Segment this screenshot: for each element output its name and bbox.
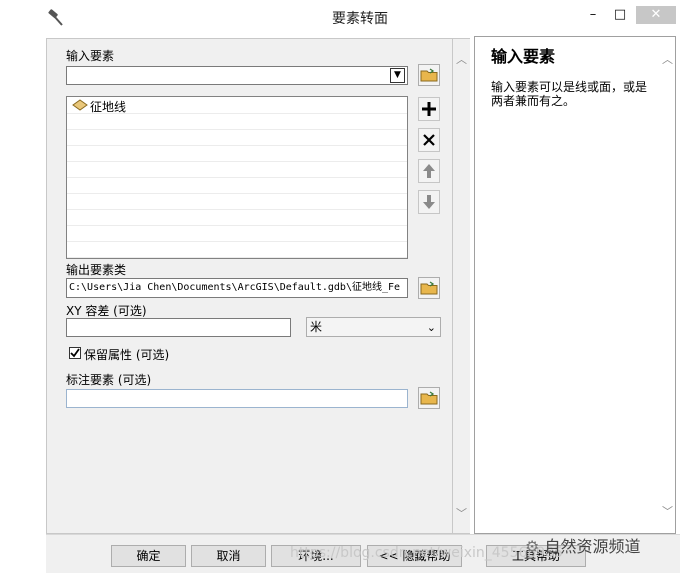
- unit-value: 米: [310, 320, 323, 334]
- scroll-up-icon[interactable]: ︿: [659, 51, 676, 67]
- scroll-up-icon[interactable]: ︿: [453, 51, 470, 67]
- xy-tolerance-input[interactable]: [66, 318, 291, 337]
- cancel-button[interactable]: 取消: [191, 545, 266, 567]
- wechat-icon: ⚙: [525, 537, 540, 556]
- list-item: [67, 177, 407, 194]
- browse-output-button[interactable]: [418, 277, 440, 299]
- xy-tolerance-label: XY 容差 (可选): [66, 304, 147, 318]
- folder-icon: [420, 281, 438, 295]
- folder-icon: [420, 68, 438, 82]
- input-features-combo[interactable]: ▼: [66, 66, 408, 85]
- watermark-brand-text: 自然资源频道: [544, 537, 641, 556]
- scroll-down-icon[interactable]: ﹀: [453, 505, 470, 521]
- help-scrollbar[interactable]: ︿ ﹀: [659, 36, 676, 534]
- list-item[interactable]: 征地线: [67, 97, 407, 114]
- add-item-button[interactable]: [418, 97, 440, 121]
- parameters-scrollbar[interactable]: ︿ ﹀: [453, 38, 470, 534]
- output-feature-class-input[interactable]: C:\Users\Jia Chen\Documents\ArcGIS\Defau…: [66, 278, 408, 298]
- list-item: [67, 145, 407, 162]
- polygon-feature-icon: [72, 99, 88, 111]
- folder-icon: [420, 391, 438, 405]
- x-icon: [423, 134, 435, 146]
- watermark-url: https://blog.csdn.net/weixin_45568985: [290, 545, 564, 561]
- preserve-attributes-label: 保留属性 (可选): [84, 348, 170, 362]
- output-feature-class-label: 输出要素类: [66, 263, 127, 277]
- browse-label-features-button[interactable]: [418, 387, 440, 409]
- unit-select[interactable]: 米 ⌄: [306, 317, 441, 337]
- move-down-button[interactable]: [418, 190, 440, 214]
- label-features-input[interactable]: [66, 389, 408, 408]
- dropdown-arrow-icon[interactable]: ▼: [390, 68, 405, 83]
- list-item: [67, 129, 407, 146]
- ok-button[interactable]: 确定: [111, 545, 186, 567]
- watermark-brand: ⚙ 自然资源频道: [525, 533, 640, 557]
- help-title: 输入要素: [491, 47, 556, 66]
- window-title: 要素转面: [332, 11, 388, 27]
- arrow-down-icon: [423, 195, 435, 209]
- maximize-button[interactable]: □: [610, 6, 630, 26]
- check-icon: [70, 348, 80, 358]
- browse-input-button[interactable]: [418, 64, 440, 86]
- plus-icon: [422, 102, 436, 116]
- preserve-attributes-checkbox[interactable]: [69, 347, 81, 359]
- list-item: [67, 241, 407, 258]
- chevron-down-icon: ⌄: [426, 321, 436, 334]
- list-item: [67, 225, 407, 242]
- label-features-label: 标注要素 (可选): [66, 373, 152, 387]
- list-item: [67, 161, 407, 178]
- list-item: [67, 209, 407, 226]
- list-item: [67, 113, 407, 130]
- help-panel: [474, 36, 660, 534]
- arrow-up-icon: [423, 164, 435, 178]
- remove-item-button[interactable]: [418, 128, 440, 152]
- input-features-label: 输入要素: [66, 49, 115, 63]
- close-button[interactable]: ✕: [636, 6, 676, 24]
- list-item: [67, 193, 407, 210]
- help-body: 输入要素可以是线或面，或是两者兼而有之。: [491, 80, 648, 108]
- scroll-down-icon[interactable]: ﹀: [659, 503, 676, 519]
- minimize-button[interactable]: –: [583, 6, 603, 26]
- move-up-button[interactable]: [418, 159, 440, 183]
- input-features-list[interactable]: 征地线: [66, 96, 408, 259]
